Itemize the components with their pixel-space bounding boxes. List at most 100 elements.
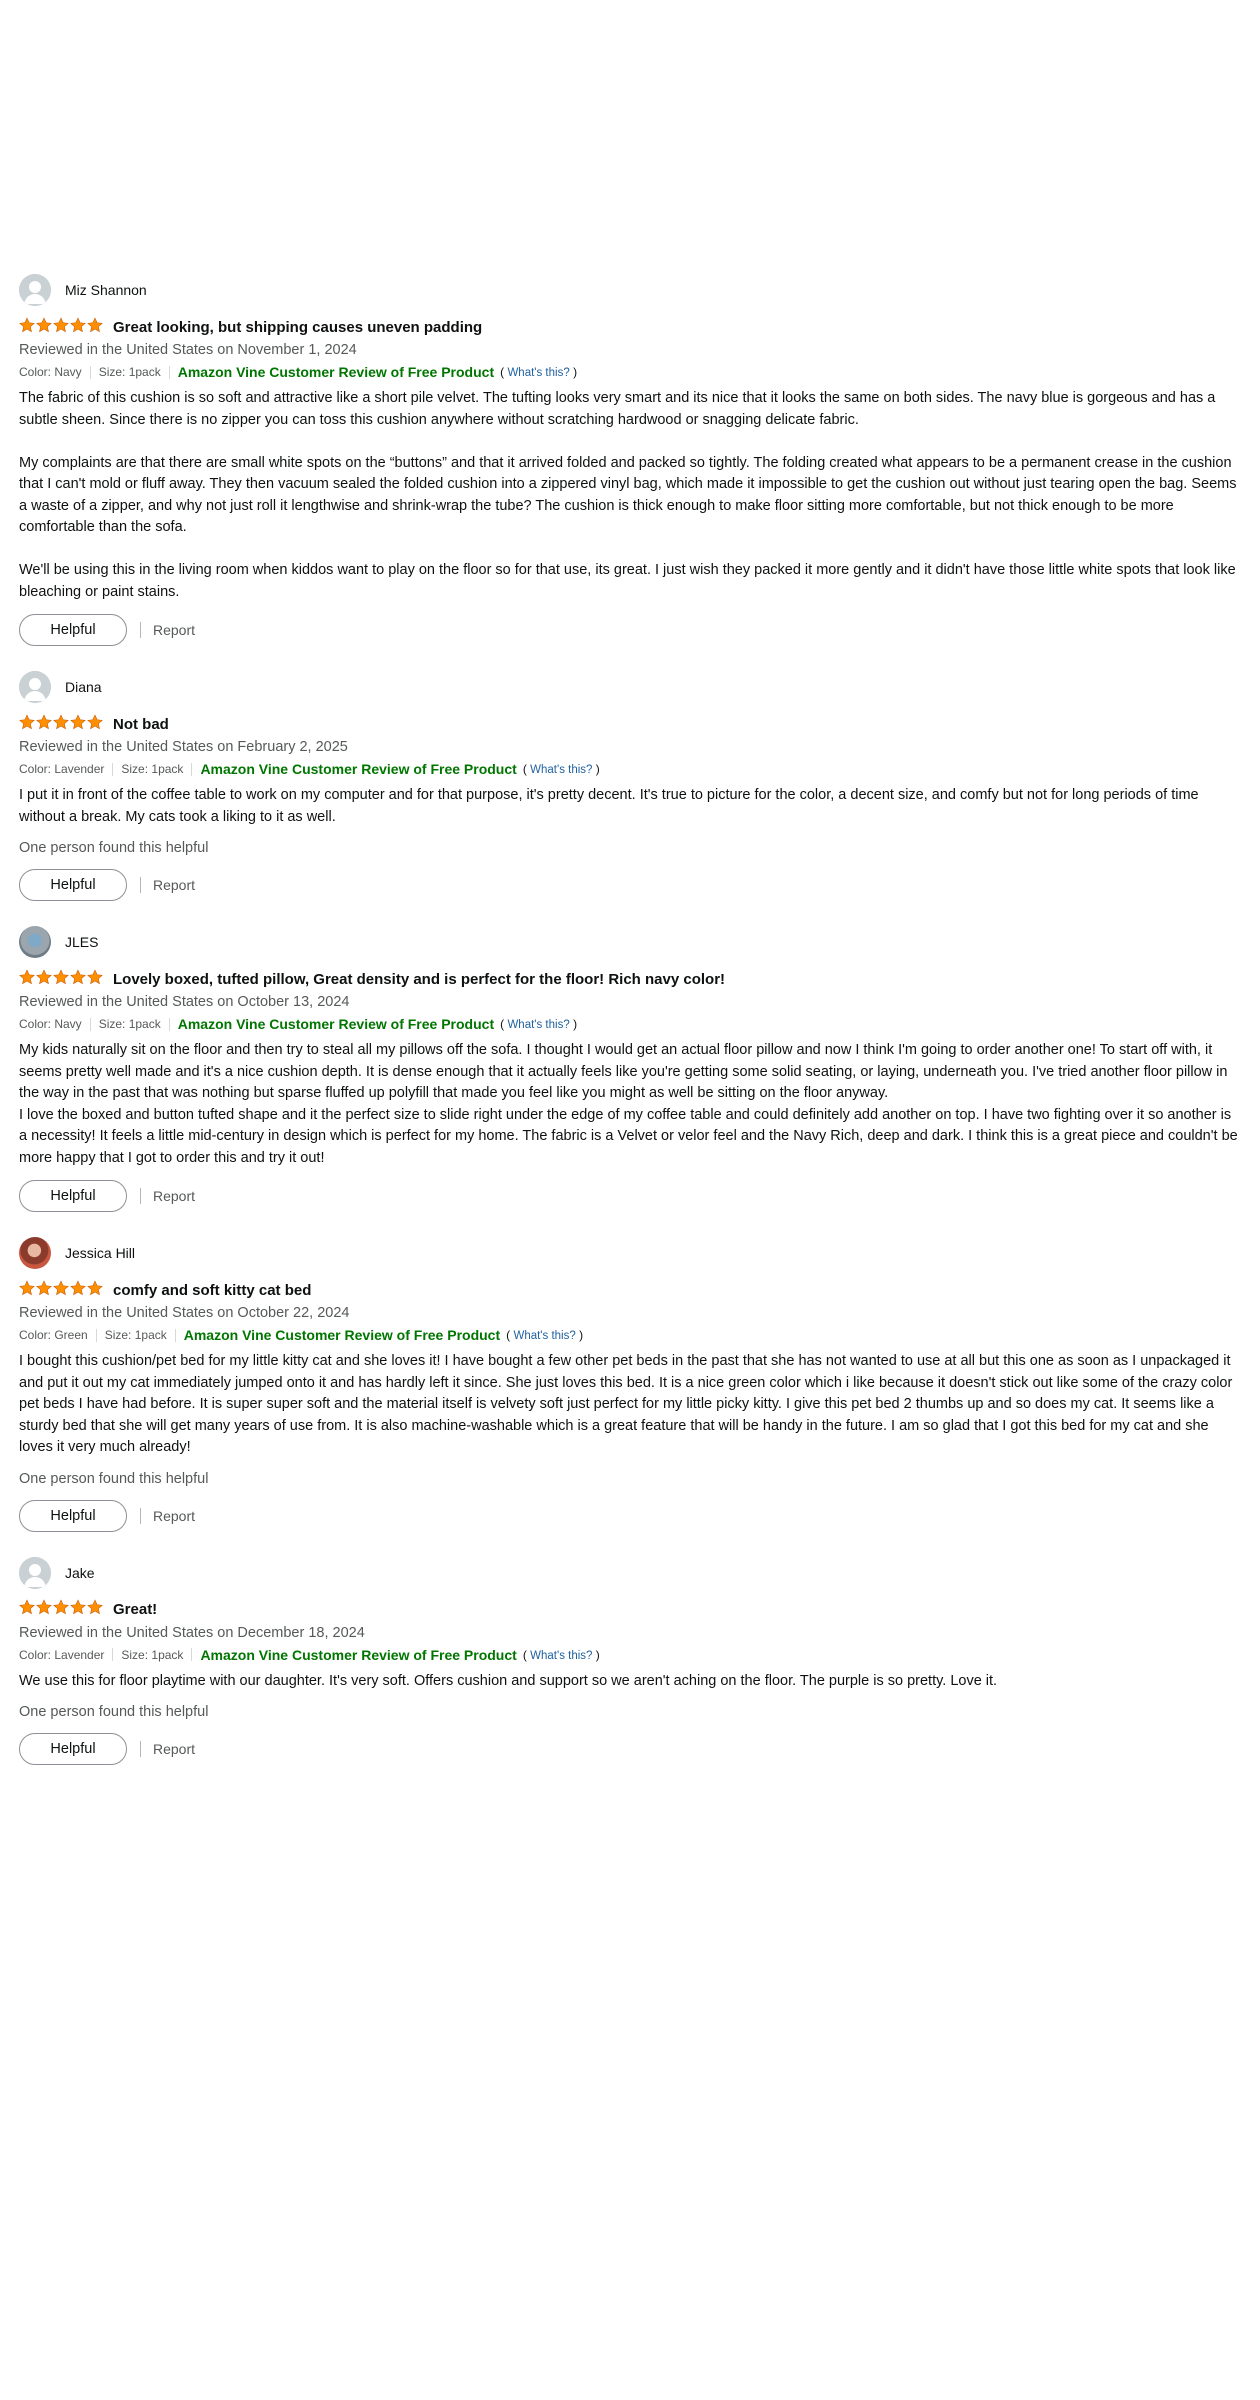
star-icon bbox=[19, 1599, 35, 1620]
format-color: Color: Green bbox=[19, 1328, 88, 1342]
vine-badge: Amazon Vine Customer Review of Free Prod… bbox=[200, 1646, 517, 1663]
avatar[interactable] bbox=[19, 671, 51, 703]
review-paragraph: I bought this cushion/pet bed for my lit… bbox=[19, 1353, 1233, 1455]
paren-close: ) bbox=[595, 1647, 600, 1662]
product-format: Color: Navy Size: 1pack Amazon Vine Custom… bbox=[19, 362, 1241, 382]
helpful-count: One person found this helpful bbox=[19, 1470, 209, 1487]
review-paragraph: My kids naturally sit on the floor and t… bbox=[19, 1042, 1228, 1101]
divider bbox=[89, 1017, 91, 1031]
reviewer-profile[interactable]: JLES bbox=[19, 926, 1241, 958]
whats-this-wrapper: ( What's this? ) bbox=[506, 1328, 583, 1342]
reviewer-name[interactable]: Jessica Hill bbox=[65, 1245, 135, 1261]
review-body: I put it in front of the coffee table to… bbox=[19, 785, 1241, 828]
whats-this-link[interactable]: What's this? bbox=[530, 1650, 592, 1662]
reviewer-profile[interactable]: Miz Shannon bbox=[19, 274, 1241, 306]
reviewer-name[interactable]: JLES bbox=[65, 934, 98, 950]
reviewer-name[interactable]: Miz Shannon bbox=[65, 282, 147, 298]
review-actions: Helpful Report bbox=[19, 1179, 1241, 1213]
helpful-button[interactable]: Helpful bbox=[19, 1499, 127, 1532]
review-paragraph: I love the boxed and button tufted shape… bbox=[19, 1106, 1238, 1166]
whats-this-link[interactable]: What's this? bbox=[507, 1019, 569, 1031]
review-item: Diana Not bad Reviewed in the United State… bbox=[19, 671, 1241, 902]
avatar[interactable] bbox=[19, 1237, 51, 1269]
paren-open: ( bbox=[522, 762, 527, 776]
helpful-button[interactable]: Helpful bbox=[19, 869, 127, 901]
helpful-button[interactable]: Helpful bbox=[19, 614, 127, 646]
report-link[interactable]: Report bbox=[153, 1508, 195, 1524]
review-actions: Helpful Report bbox=[19, 868, 1241, 902]
reviewer-name[interactable]: Jake bbox=[65, 1565, 95, 1581]
format-size: Size: 1pack bbox=[98, 365, 161, 379]
avatar[interactable] bbox=[19, 274, 51, 306]
divider bbox=[140, 1741, 141, 1757]
paren-close: ) bbox=[573, 365, 578, 379]
star-rating[interactable] bbox=[19, 968, 103, 990]
star-icon bbox=[70, 713, 86, 735]
star-icon bbox=[70, 316, 86, 338]
star-rating[interactable] bbox=[19, 713, 103, 735]
paren-open: ( bbox=[522, 1647, 527, 1662]
whats-this-link[interactable]: What's this? bbox=[507, 367, 569, 379]
review-actions: Helpful Report bbox=[19, 613, 1241, 647]
report-link[interactable]: Report bbox=[153, 1188, 195, 1204]
helpful-button[interactable]: Helpful bbox=[19, 1733, 127, 1765]
review-item: Jessica Hill comfy and soft kitty cat bed… bbox=[19, 1237, 1241, 1533]
reviewer-profile[interactable]: Jessica Hill bbox=[19, 1237, 1241, 1269]
review-body: My kids naturally sit on the floor and t… bbox=[19, 1040, 1241, 1169]
star-icon bbox=[70, 968, 86, 990]
review-date: Reviewed in the United States on Novembe… bbox=[19, 342, 357, 358]
format-color: Color: Navy bbox=[19, 1017, 82, 1031]
whats-this-wrapper: ( What's this? ) bbox=[500, 365, 577, 379]
product-format: Color: Lavender Size: 1pack Amazon Vine Cu… bbox=[19, 759, 1241, 779]
review-title[interactable]: Great looking, but shipping causes uneve… bbox=[113, 319, 482, 336]
whats-this-link[interactable]: What's this? bbox=[513, 1330, 575, 1342]
whats-this-link[interactable]: What's this? bbox=[530, 764, 592, 776]
paren-open: ( bbox=[500, 365, 505, 379]
review-item: Jake Great! Reviewed in the United States … bbox=[19, 1556, 1241, 1767]
star-icon bbox=[87, 1279, 103, 1301]
divider bbox=[112, 1648, 114, 1661]
star-icon bbox=[19, 968, 35, 990]
star-icon bbox=[36, 1279, 52, 1301]
helpful-button[interactable]: Helpful bbox=[19, 1180, 127, 1212]
whats-this-wrapper: ( What's this? ) bbox=[523, 762, 600, 776]
divider bbox=[112, 762, 114, 776]
report-link[interactable]: Report bbox=[153, 622, 195, 638]
review-actions: Helpful Report bbox=[19, 1732, 1241, 1766]
review-paragraph: We use this for floor playtime with our … bbox=[19, 1672, 998, 1689]
report-link[interactable]: Report bbox=[153, 1741, 195, 1757]
star-icon bbox=[70, 1599, 86, 1620]
review-item: JLES Lovely boxed, tufted pillow, Great d… bbox=[19, 926, 1241, 1213]
review-title[interactable]: Not bad bbox=[113, 716, 169, 733]
divider bbox=[174, 1328, 176, 1342]
divider bbox=[140, 877, 141, 893]
reviewer-profile[interactable]: Diana bbox=[19, 671, 1241, 703]
format-color: Color: Lavender bbox=[19, 762, 105, 776]
reviewer-name[interactable]: Diana bbox=[65, 679, 102, 695]
reviewer-profile[interactable]: Jake bbox=[19, 1556, 1241, 1589]
review-title[interactable]: comfy and soft kitty cat bed bbox=[113, 1282, 311, 1299]
divider bbox=[95, 1328, 97, 1342]
review-body: I bought this cushion/pet bed for my lit… bbox=[19, 1351, 1241, 1459]
star-rating[interactable] bbox=[19, 316, 103, 338]
star-rating[interactable] bbox=[19, 1279, 103, 1301]
avatar[interactable] bbox=[19, 926, 51, 958]
review-actions: Helpful Report bbox=[19, 1499, 1241, 1533]
star-icon bbox=[53, 713, 69, 735]
star-rating[interactable] bbox=[19, 1599, 103, 1620]
divider bbox=[191, 1648, 193, 1661]
helpful-count: One person found this helpful bbox=[19, 1704, 209, 1720]
review-title[interactable]: Great! bbox=[113, 1601, 157, 1618]
report-link[interactable]: Report bbox=[153, 877, 195, 893]
avatar[interactable] bbox=[19, 1556, 51, 1589]
vine-badge: Amazon Vine Customer Review of Free Prod… bbox=[183, 1327, 501, 1343]
star-icon bbox=[70, 1279, 86, 1301]
star-icon bbox=[87, 713, 103, 735]
review-title[interactable]: Lovely boxed, tufted pillow, Great densi… bbox=[113, 971, 725, 988]
star-icon bbox=[53, 1279, 69, 1301]
paren-open: ( bbox=[500, 1017, 505, 1031]
format-size: Size: 1pack bbox=[121, 762, 184, 776]
star-icon bbox=[36, 968, 52, 990]
divider bbox=[168, 365, 170, 379]
star-icon bbox=[53, 1599, 69, 1620]
